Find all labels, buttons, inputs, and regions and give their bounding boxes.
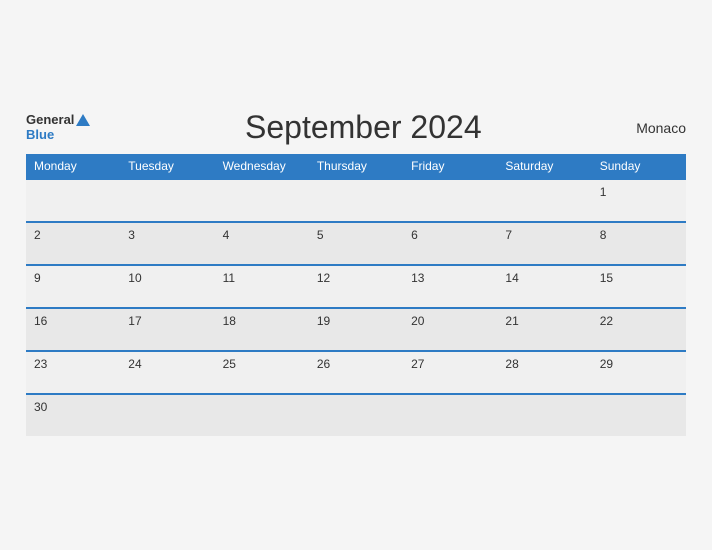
day-cell: 27 (403, 351, 497, 394)
header-friday: Friday (403, 154, 497, 179)
day-cell (120, 179, 214, 222)
day-cell: 3 (120, 222, 214, 265)
day-cell: 5 (309, 222, 403, 265)
day-cell: 19 (309, 308, 403, 351)
day-cell (592, 394, 686, 436)
day-cell: 7 (497, 222, 591, 265)
day-cell (309, 394, 403, 436)
calendar-table: Monday Tuesday Wednesday Thursday Friday… (26, 154, 686, 436)
day-cell (403, 394, 497, 436)
calendar-body: 1 2 3 4 5 6 7 8 9 10 11 12 13 14 15 16 (26, 179, 686, 436)
day-cell: 4 (215, 222, 309, 265)
week-row-2: 2 3 4 5 6 7 8 (26, 222, 686, 265)
header-wednesday: Wednesday (215, 154, 309, 179)
header-row: General Blue September 2024 Monaco (26, 109, 686, 146)
header-tuesday: Tuesday (120, 154, 214, 179)
day-cell: 1 (592, 179, 686, 222)
logo-blue-text: Blue (26, 128, 90, 142)
day-cell: 2 (26, 222, 120, 265)
day-cell: 14 (497, 265, 591, 308)
week-row-3: 9 10 11 12 13 14 15 (26, 265, 686, 308)
day-cell: 26 (309, 351, 403, 394)
day-cell (309, 179, 403, 222)
header-monday: Monday (26, 154, 120, 179)
day-cell: 11 (215, 265, 309, 308)
week-row-6: 30 (26, 394, 686, 436)
days-header-row: Monday Tuesday Wednesday Thursday Friday… (26, 154, 686, 179)
day-cell: 22 (592, 308, 686, 351)
day-cell (26, 179, 120, 222)
calendar-wrapper: General Blue September 2024 Monaco Monda… (11, 99, 701, 451)
day-cell (120, 394, 214, 436)
logo-general-text: General (26, 113, 74, 127)
day-cell: 16 (26, 308, 120, 351)
day-cell: 8 (592, 222, 686, 265)
day-cell: 18 (215, 308, 309, 351)
day-cell: 15 (592, 265, 686, 308)
day-cell: 30 (26, 394, 120, 436)
day-cell: 9 (26, 265, 120, 308)
day-cell: 6 (403, 222, 497, 265)
day-cell: 20 (403, 308, 497, 351)
day-cell: 10 (120, 265, 214, 308)
day-cell: 13 (403, 265, 497, 308)
header-saturday: Saturday (497, 154, 591, 179)
calendar-header: Monday Tuesday Wednesday Thursday Friday… (26, 154, 686, 179)
logo: General Blue (26, 113, 90, 142)
day-cell: 23 (26, 351, 120, 394)
header-thursday: Thursday (309, 154, 403, 179)
day-cell: 17 (120, 308, 214, 351)
day-cell: 21 (497, 308, 591, 351)
header-sunday: Sunday (592, 154, 686, 179)
day-cell (497, 179, 591, 222)
day-cell (215, 394, 309, 436)
week-row-5: 23 24 25 26 27 28 29 (26, 351, 686, 394)
day-cell (497, 394, 591, 436)
day-cell: 28 (497, 351, 591, 394)
calendar-title: September 2024 (90, 109, 636, 146)
day-cell: 24 (120, 351, 214, 394)
day-cell: 12 (309, 265, 403, 308)
day-cell: 29 (592, 351, 686, 394)
country-label: Monaco (636, 120, 686, 136)
day-cell (215, 179, 309, 222)
day-cell: 25 (215, 351, 309, 394)
week-row-1: 1 (26, 179, 686, 222)
logo-triangle-icon (76, 114, 90, 126)
week-row-4: 16 17 18 19 20 21 22 (26, 308, 686, 351)
day-cell (403, 179, 497, 222)
